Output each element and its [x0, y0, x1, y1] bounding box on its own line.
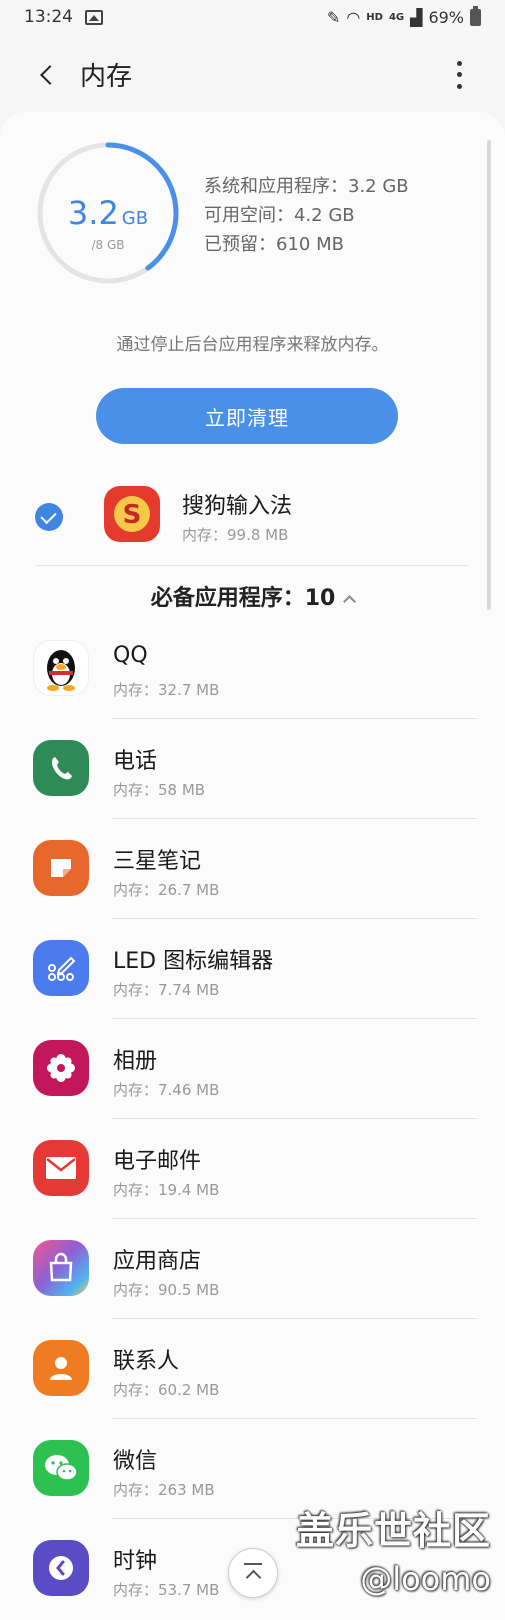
app-name: QQ — [113, 643, 148, 668]
selected-app-memory: 内存：99.8 MB — [182, 526, 289, 544]
clean-now-button[interactable]: 立即清理 — [96, 388, 398, 444]
battery-percent: 69% — [428, 7, 464, 27]
network-4g-icon: 4G — [388, 11, 405, 23]
total-memory: /8 GB — [91, 238, 125, 252]
wifi-icon: ◠ — [346, 7, 361, 27]
app-name: 电话 — [113, 749, 158, 774]
scrollbar[interactable] — [487, 140, 491, 610]
status-icons: ✎ ◠ HD 4G ▟ 69% — [326, 5, 481, 27]
app-checkbox[interactable] — [35, 503, 63, 531]
gallery-icon — [33, 1040, 89, 1096]
svg-text:S: S — [123, 500, 142, 530]
app-memory: 内存：32.7 MB — [113, 681, 220, 699]
app-memory: 内存：26.7 MB — [113, 881, 220, 899]
app-bar: 内存 — [0, 40, 505, 110]
email-icon — [33, 1140, 89, 1196]
galaxy-store-icon — [33, 1240, 89, 1296]
app-name: 三星笔记 — [113, 849, 202, 874]
app-memory: 内存：58 MB — [113, 781, 206, 799]
app-name: 时钟 — [113, 1549, 158, 1574]
hd-icon: HD — [366, 11, 383, 23]
contacts-icon — [33, 1340, 89, 1396]
app-memory: 内存：19.4 MB — [113, 1181, 220, 1199]
app-name: 微信 — [113, 1449, 158, 1474]
memory-hint: 通过停止后台应用程序来释放内存。 — [116, 335, 389, 355]
app-memory: 内存：60.2 MB — [113, 1381, 220, 1399]
wechat-icon — [33, 1440, 89, 1496]
app-memory: 内存：7.74 MB — [113, 981, 220, 999]
status-bar: 13:24 ✎ ◠ HD 4G ▟ 69% — [0, 0, 505, 34]
scroll-to-top-button[interactable] — [228, 1548, 278, 1598]
app-memory: 内存：7.46 MB — [113, 1081, 220, 1099]
used-unit: GB — [121, 208, 149, 229]
samsung-notes-icon — [33, 840, 89, 896]
page-title: 内存 — [80, 62, 133, 92]
qq-penguin-icon — [33, 640, 89, 696]
led-editor-icon — [33, 940, 89, 996]
pen-icon: ✎ — [326, 7, 341, 27]
divider — [112, 718, 477, 719]
watermark-handle: @loomo — [360, 1560, 491, 1598]
divider — [112, 1218, 477, 1219]
stat-available: 可用空间：4.2 GB — [204, 205, 355, 226]
clock-icon — [33, 1540, 89, 1596]
selected-app-name: 搜狗输入法 — [182, 494, 293, 519]
stat-reserved: 已预留：610 MB — [204, 234, 344, 255]
divider — [112, 1118, 477, 1119]
app-name: LED 图标编辑器 — [113, 949, 274, 974]
app-memory: 内存：90.5 MB — [113, 1281, 220, 1299]
more-options-button[interactable] — [453, 58, 465, 92]
section-title-label: 必备应用程序：10 — [150, 586, 336, 611]
sogou-icon: S — [104, 486, 160, 542]
memory-stats: 系统和应用程序：3.2 GB 可用空间：4.2 GB 已预留：610 MB — [204, 172, 409, 259]
app-name: 相册 — [113, 1049, 158, 1074]
app-name: 电子邮件 — [113, 1149, 202, 1174]
back-button[interactable] — [30, 58, 64, 92]
divider — [112, 1418, 477, 1419]
image-notification-icon — [85, 9, 103, 25]
essential-apps-header[interactable]: 必备应用程序：10 — [0, 580, 505, 612]
status-time: 13:24 — [24, 7, 73, 27]
divider — [36, 565, 468, 566]
chevron-up-icon — [343, 595, 357, 608]
used-value: 3.2 — [67, 194, 119, 232]
app-name: 联系人 — [113, 1349, 180, 1374]
divider — [112, 1018, 477, 1019]
divider — [112, 918, 477, 919]
divider — [112, 1318, 477, 1319]
app-memory: 内存：53.7 MB — [113, 1581, 220, 1599]
back-arrow-icon — [40, 65, 60, 85]
app-name: 应用商店 — [113, 1249, 202, 1274]
signal-icon: ▟ — [410, 7, 423, 27]
used-memory-value: 3.2 GB — [33, 194, 183, 232]
watermark-text: 盖乐世社区 — [295, 1509, 491, 1553]
battery-icon — [470, 5, 481, 26]
memory-usage-ring: 3.2 GB /8 GB — [33, 138, 183, 288]
divider — [112, 818, 477, 819]
app-memory: 内存：263 MB — [113, 1481, 215, 1499]
chevron-up-icon — [245, 1569, 261, 1586]
stat-system-apps: 系统和应用程序：3.2 GB — [204, 176, 409, 197]
phone-icon — [33, 740, 89, 796]
